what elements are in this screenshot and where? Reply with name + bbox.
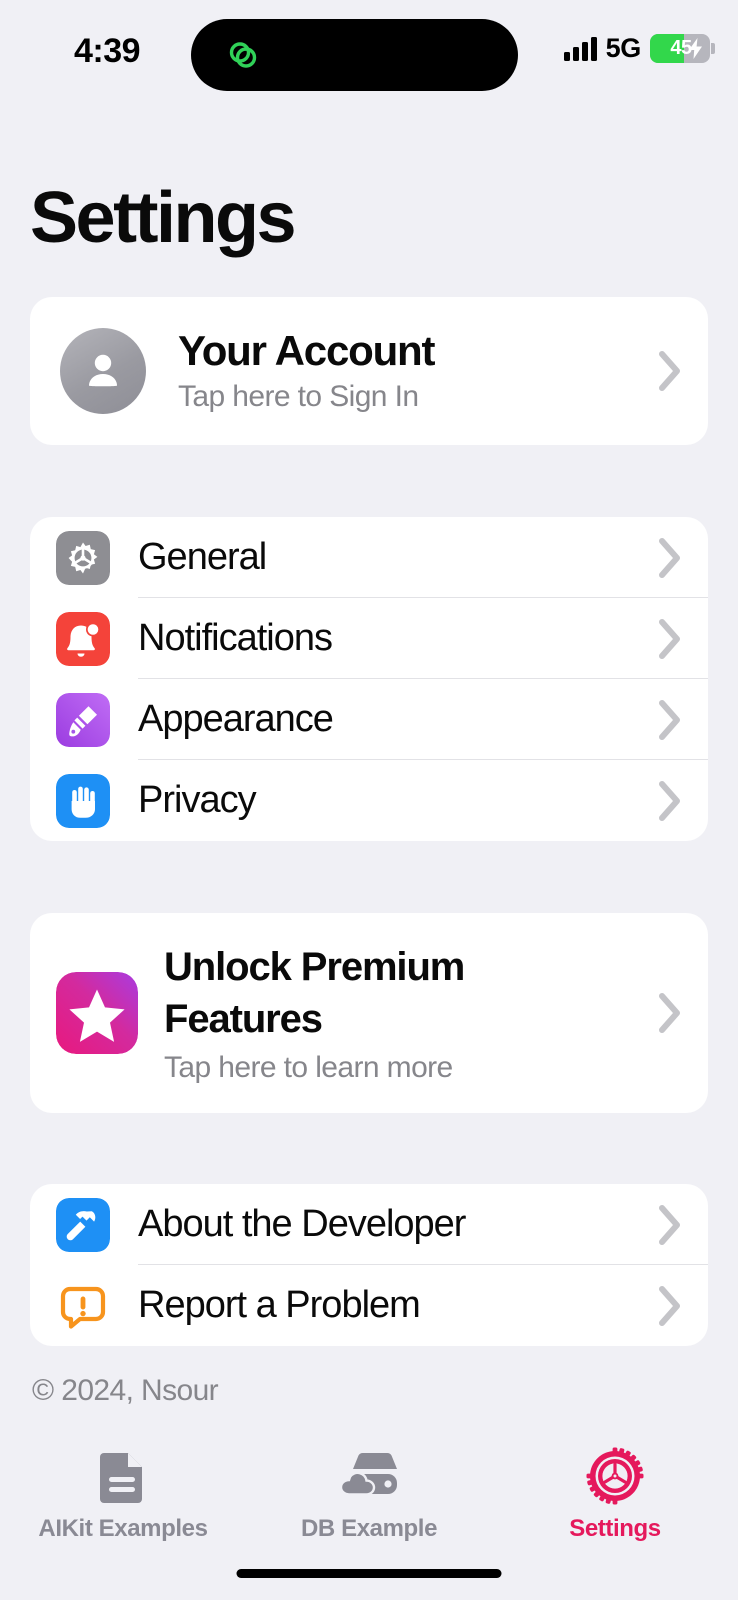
tab-label: Settings	[569, 1515, 661, 1542]
status-indicators: 5G 45	[563, 33, 715, 64]
chevron-right-icon	[659, 351, 680, 391]
paintbrush-icon	[56, 692, 110, 747]
account-text: Your Account Tap here to Sign In	[178, 328, 658, 413]
menu-item-label: General	[138, 536, 267, 578]
battery-cap	[711, 43, 715, 54]
chevron-right-icon	[659, 1204, 680, 1245]
status-bar: 4:39 5G 45	[0, 0, 738, 110]
account-title: Your Account	[178, 327, 435, 375]
premium-row[interactable]: Unlock Premium Features Tap here to lear…	[30, 913, 708, 1113]
hand-raised-icon	[56, 773, 110, 828]
menu-item-label: About the Developer	[138, 1203, 466, 1245]
chevron-right-icon	[659, 993, 680, 1033]
premium-text: Unlock Premium Features Tap here to lear…	[164, 941, 658, 1085]
charging-bolt-icon	[689, 38, 702, 59]
gear-icon	[586, 1447, 644, 1505]
bell-icon	[56, 611, 110, 666]
chevron-right-icon	[659, 780, 680, 821]
tab-db-example[interactable]: DB Example	[246, 1447, 492, 1543]
database-cloud-icon	[333, 1447, 405, 1505]
about-menu-card: About the Developer Report a Problem	[30, 1184, 708, 1346]
chevron-right-icon	[659, 1285, 680, 1326]
chevron-right-icon	[659, 699, 680, 740]
menu-item-label: Report a Problem	[138, 1284, 421, 1326]
copyright-label: © 2024, Nsour	[32, 1374, 219, 1407]
signal-bars-icon	[563, 36, 597, 61]
battery-icon: 45	[650, 34, 710, 63]
menu-item-label: Notifications	[138, 617, 333, 659]
menu-item-label: Privacy	[138, 779, 257, 821]
premium-card[interactable]: Unlock Premium Features Tap here to lear…	[30, 913, 708, 1113]
exclamation-bubble-icon	[56, 1279, 110, 1333]
tab-label: DB Example	[300, 1515, 438, 1542]
page-title: Settings	[30, 178, 297, 258]
tab-aikit-examples[interactable]: AIKit Examples	[0, 1447, 246, 1543]
gear-icon	[56, 530, 110, 585]
chevron-right-icon	[659, 618, 680, 659]
account-subtitle: Tap here to Sign In	[178, 379, 419, 413]
chevron-right-icon	[659, 537, 680, 578]
home-indicator[interactable]	[236, 1569, 502, 1578]
menu-item-appearance[interactable]: Appearance	[30, 679, 708, 760]
status-clock: 4:39	[74, 32, 141, 70]
tab-label: AIKit Examples	[38, 1515, 208, 1542]
star-icon	[56, 972, 138, 1054]
person-icon	[89, 354, 117, 387]
account-card[interactable]: Your Account Tap here to Sign In	[30, 297, 708, 445]
avatar	[60, 328, 146, 414]
main-menu-card: General Notifications Appearance Privacy	[30, 517, 708, 841]
premium-title: Unlock Premium Features	[164, 945, 465, 1041]
account-row[interactable]: Your Account Tap here to Sign In	[30, 297, 708, 445]
dynamic-island	[191, 19, 518, 91]
hammer-icon	[56, 1197, 110, 1252]
settings-screen: 4:39 5G 45 Settings Your Account Tap her…	[0, 0, 738, 1600]
network-type-label: 5G	[605, 33, 642, 63]
menu-item-general[interactable]: General	[30, 517, 708, 598]
menu-item-privacy[interactable]: Privacy	[30, 760, 708, 841]
menu-item-about-developer[interactable]: About the Developer	[30, 1184, 708, 1265]
premium-subtitle: Tap here to learn more	[164, 1051, 453, 1084]
link-loop-icon	[229, 42, 257, 68]
menu-item-label: Appearance	[138, 698, 334, 740]
tab-settings[interactable]: Settings	[492, 1447, 738, 1543]
document-icon	[96, 1447, 150, 1505]
menu-item-report-problem[interactable]: Report a Problem	[30, 1265, 708, 1346]
menu-item-notifications[interactable]: Notifications	[30, 598, 708, 679]
